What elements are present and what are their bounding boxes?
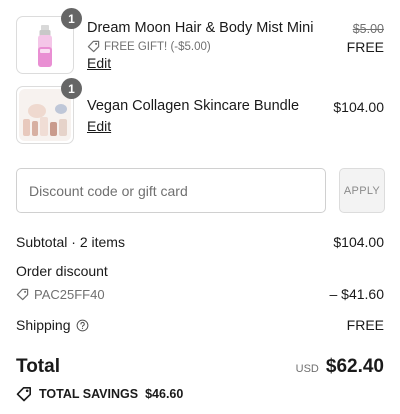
subtotal-value: $104.00 — [333, 234, 384, 250]
apply-button[interactable]: APPLY — [339, 168, 385, 213]
tag-icon — [87, 40, 100, 53]
item-price: FREE — [346, 39, 384, 55]
tag-icon — [16, 288, 29, 300]
original-price: $5.00 — [352, 22, 384, 36]
shipping-label-group: Shipping — [16, 317, 89, 333]
discount-code: PAC25FF40 — [34, 286, 105, 302]
product-name: Vegan Collagen Skincare Bundle — [87, 98, 300, 114]
discount-code-input[interactable] — [16, 168, 326, 213]
currency-code: USD — [295, 363, 319, 375]
edit-link[interactable]: Edit — [87, 118, 111, 134]
total-savings: TOTAL SAVINGS $46.60 — [16, 386, 183, 402]
quantity-badge: 1 — [61, 78, 82, 99]
gift-note-text: FREE GIFT! (-$5.00) — [104, 40, 211, 53]
product-thumbnail-bundle[interactable]: 1 — [16, 78, 82, 144]
product-thumbnail-mist[interactable]: 1 — [16, 8, 82, 74]
subtotal-row: Subtotal · 2 items $104.00 — [16, 234, 384, 250]
discount-value: – $41.60 — [329, 286, 385, 302]
edit-link[interactable]: Edit — [87, 55, 111, 71]
subtotal-label: Subtotal · 2 items — [16, 234, 125, 250]
shipping-value: FREE — [346, 317, 384, 333]
help-circle-icon[interactable] — [76, 319, 89, 332]
order-discount-label: Order discount — [16, 263, 108, 279]
total-value: $62.40 — [325, 356, 384, 377]
item-price: $104.00 — [333, 99, 384, 115]
gift-note: FREE GIFT! (-$5.00) — [87, 40, 211, 53]
quantity-badge: 1 — [61, 8, 82, 29]
savings-label: TOTAL SAVINGS — [39, 387, 139, 401]
shipping-row: Shipping FREE — [16, 317, 384, 333]
total-label: Total — [16, 356, 60, 377]
discount-code-row: PAC25FF40 – $41.60 — [16, 286, 384, 302]
product-name: Dream Moon Hair & Body Mist Mini — [87, 20, 314, 36]
savings-tag-icon — [16, 387, 31, 402]
total-row: Total USD $62.40 — [16, 356, 384, 378]
total-amount-group: USD $62.40 — [296, 356, 384, 378]
shipping-label: Shipping — [16, 317, 71, 333]
savings-value: $46.60 — [145, 387, 184, 401]
discount-code-chip: PAC25FF40 — [16, 287, 105, 302]
order-discount-row: Order discount — [16, 263, 384, 279]
